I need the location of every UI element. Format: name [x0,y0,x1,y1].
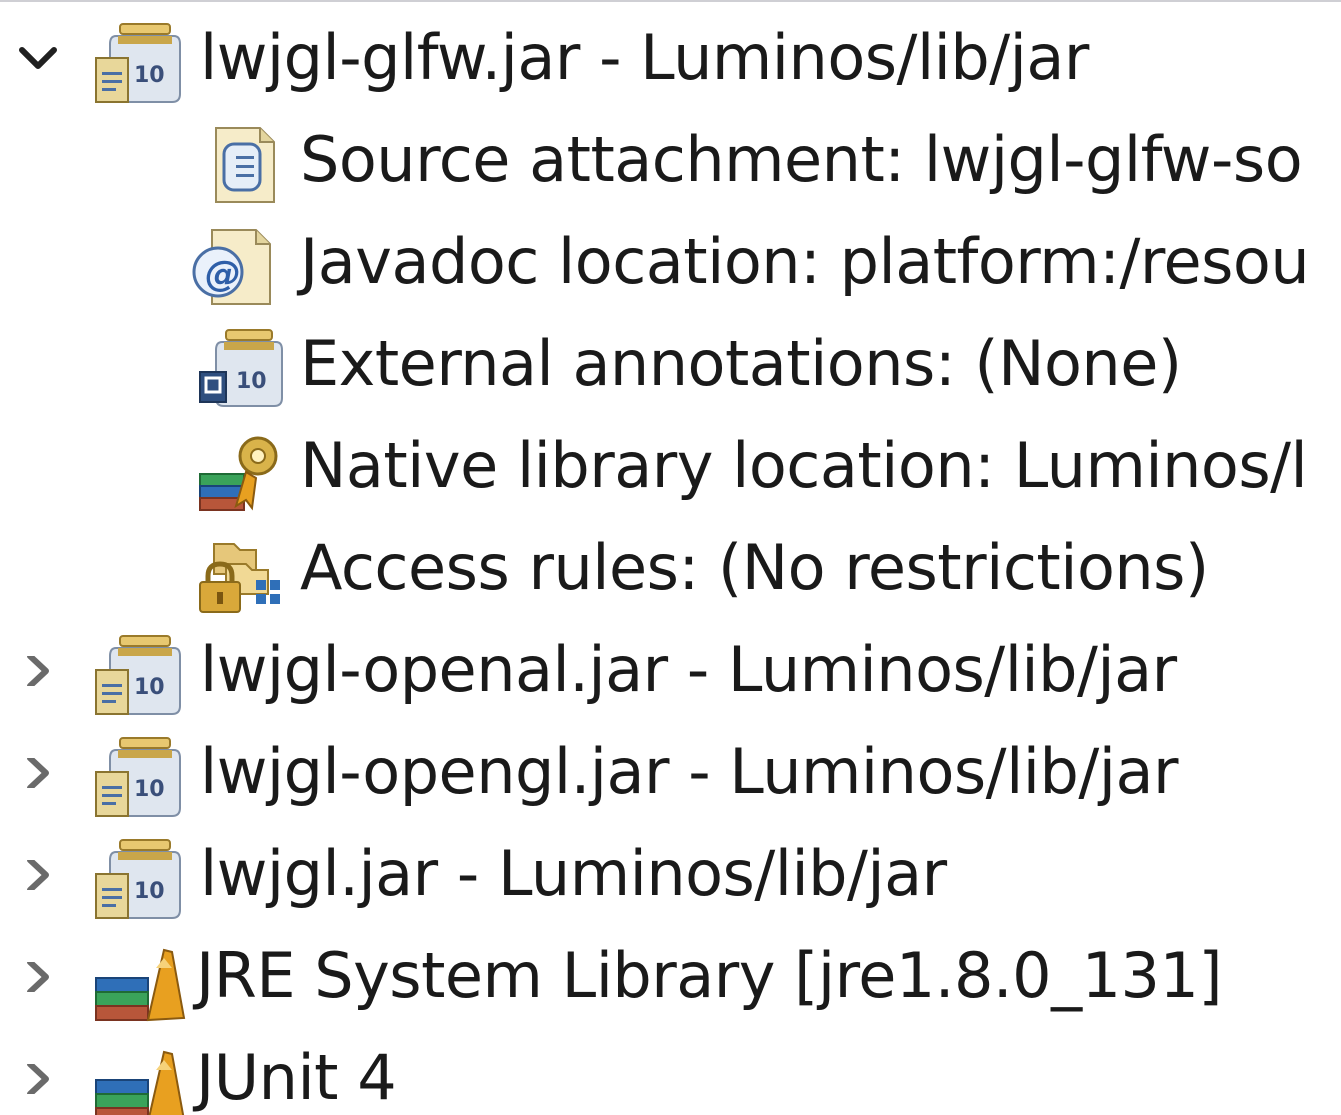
chevron-right-icon[interactable] [18,860,58,890]
tree-item-jre-system-library[interactable]: JRE System Library [jre1.8.0_131] [0,926,1341,1028]
jar-icon [94,836,186,922]
tree-item-external-annotations[interactable]: External annotations: (None) [0,314,1341,416]
tree-item-lwjgl-opengl-jar[interactable]: lwjgl-opengl.jar - Luminos/lib/jar [0,722,1341,824]
tree-item-lwjgl-openal-jar[interactable]: lwjgl-openal.jar - Luminos/lib/jar [0,620,1341,722]
jar-icon [94,734,186,820]
library-icon [94,938,186,1024]
chevron-right-icon[interactable] [18,758,58,788]
native-library-icon [196,428,288,514]
tree-item-label: Source attachment: lwjgl-glfw-so [300,123,1303,196]
tree-item-label: Native library location: Luminos/l [300,429,1308,502]
tree-item-source-attachment[interactable]: Source attachment: lwjgl-glfw-so [0,110,1341,212]
chevron-right-icon[interactable] [18,962,58,992]
package-explorer-tree: lwjgl-glfw.jar - Luminos/lib/jar Source … [0,0,1341,1115]
tree-item-label: lwjgl-opengl.jar - Luminos/lib/jar [200,735,1178,808]
chevron-right-icon[interactable] [18,1064,58,1094]
tree-item-label: lwjgl-glfw.jar - Luminos/lib/jar [200,21,1089,94]
tree-item-lwjgl-jar[interactable]: lwjgl.jar - Luminos/lib/jar [0,824,1341,926]
tree-item-label: JUnit 4 [196,1041,397,1114]
tree-item-javadoc-location[interactable]: Javadoc location: platform:/resou [0,212,1341,314]
jar-icon [94,20,186,106]
tree-item-label: Javadoc location: platform:/resou [300,225,1310,298]
chevron-right-icon[interactable] [18,656,58,686]
tree-item-label: JRE System Library [jre1.8.0_131] [196,939,1223,1012]
tree-item-label: Access rules: (No restrictions) [300,531,1209,604]
tree-item-lwjgl-glfw-jar[interactable]: lwjgl-glfw.jar - Luminos/lib/jar [0,8,1341,110]
javadoc-icon [190,224,282,310]
external-annotations-icon [196,326,288,412]
tree-item-access-rules[interactable]: Access rules: (No restrictions) [0,518,1341,620]
source-attachment-icon [196,122,288,208]
tree-item-junit-4[interactable]: JUnit 4 [0,1028,1341,1115]
chevron-down-icon[interactable] [18,44,58,74]
access-rules-icon [196,530,288,616]
tree-item-label: lwjgl.jar - Luminos/lib/jar [200,837,947,910]
tree-item-label: External annotations: (None) [300,327,1182,400]
jar-icon [94,632,186,718]
library-icon [94,1040,186,1115]
tree-item-native-library-location[interactable]: Native library location: Luminos/l [0,416,1341,518]
tree-item-label: lwjgl-openal.jar - Luminos/lib/jar [200,633,1177,706]
